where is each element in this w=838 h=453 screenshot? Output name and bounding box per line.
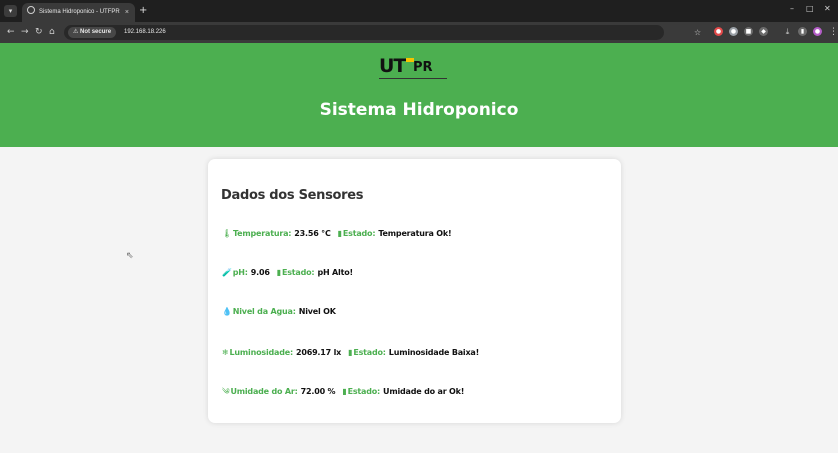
- home-icon[interactable]: ⌂: [49, 26, 55, 39]
- luminosity-label: Luminosidade:: [229, 348, 294, 357]
- address-bar-row: ← → ↻ ⌂ ⚠ Not secure 192.168.18.226 ☆ ● …: [0, 22, 838, 43]
- water-level-value: Nivel OK: [298, 307, 336, 316]
- browser-tab-bar: ▾ Sistema Hidroponico - UTFPR × + – □ ✕: [0, 0, 838, 22]
- extension-icon[interactable]: ■: [744, 27, 753, 36]
- humidity-label: Umidade do Ar:: [230, 387, 298, 396]
- tab-search-button[interactable]: ▾: [4, 5, 17, 17]
- thermometer-icon: 🌡: [222, 229, 232, 238]
- luminosity-value: 2069.17 lx: [295, 348, 342, 357]
- url-text: 192.168.18.226: [124, 29, 166, 35]
- luminosity-row: ❄Luminosidade: 2069.17 lx ▮Estado: Luminosi…: [222, 347, 479, 359]
- water-level-label: Nivel da Agua:: [232, 307, 296, 316]
- logo-text-pr: PR: [413, 60, 433, 75]
- new-tab-button[interactable]: +: [139, 2, 147, 20]
- utfpr-logo: UT PR: [379, 55, 447, 81]
- profile-avatar[interactable]: ●: [813, 27, 822, 36]
- address-bar[interactable]: ⚠ Not secure 192.168.18.226: [64, 25, 664, 40]
- status-label: Estado:: [353, 348, 386, 357]
- logo-underline: [379, 78, 447, 79]
- status-label: Estado:: [281, 268, 315, 277]
- sidebar-icon[interactable]: ▮: [798, 27, 807, 36]
- tab-title: Sistema Hidroponico - UTFPR: [39, 9, 120, 15]
- water-level-row: 💧Nivel da Agua: Nivel OK: [222, 306, 336, 318]
- extension-icon[interactable]: ●: [729, 27, 738, 36]
- bookmark-star-icon[interactable]: ☆: [694, 26, 701, 39]
- logo-text: UT: [379, 55, 406, 77]
- clipboard-icon: ▮: [348, 348, 353, 357]
- humidity-value: 72.00 %: [300, 387, 336, 396]
- extension-adblock-icon[interactable]: ●: [714, 27, 723, 36]
- back-icon[interactable]: ←: [7, 26, 15, 39]
- sun-icon: ❄: [222, 348, 229, 357]
- humidity-row: ༄Umidade do Ar: 72.00 % ▮Estado: Umidade do…: [222, 386, 464, 398]
- luminosity-status: Luminosidade Baixa!: [388, 348, 480, 357]
- browser-tab[interactable]: Sistema Hidroponico - UTFPR ×: [22, 3, 135, 22]
- temperature-status: Temperatura Ok!: [378, 229, 452, 238]
- ph-value: 9.06: [250, 268, 270, 277]
- page-header: UT PR Sistema Hidroponico: [0, 43, 838, 147]
- maximize-button[interactable]: □: [806, 4, 814, 13]
- window-close-button[interactable]: ✕: [824, 4, 831, 13]
- ph-row: 🧪pH: 9.06 ▮Estado: pH Alto!: [222, 267, 353, 279]
- tab-close-button[interactable]: ×: [125, 3, 129, 22]
- sensor-card: Dados dos Sensores 🌡Temperatura: 23.56 °C…: [208, 159, 621, 423]
- minimize-button[interactable]: –: [790, 4, 794, 13]
- status-label: Estado:: [342, 229, 376, 238]
- temperature-label: Temperatura:: [232, 229, 292, 238]
- clipboard-icon: ▮: [342, 387, 347, 396]
- ph-status: pH Alto!: [317, 268, 353, 277]
- temperature-value: 23.56 °C: [294, 229, 331, 238]
- card-title: Dados dos Sensores: [221, 188, 364, 203]
- download-icon[interactable]: ⤓: [783, 27, 792, 36]
- browser-menu-icon[interactable]: ⋮: [829, 26, 838, 39]
- temperature-row: 🌡Temperatura: 23.56 °C ▮Estado: Temperatura…: [222, 228, 452, 240]
- extensions-puzzle-icon[interactable]: ◆: [759, 27, 768, 36]
- water-drop-icon: 💧: [222, 307, 232, 316]
- security-badge[interactable]: ⚠ Not secure: [68, 27, 117, 38]
- globe-icon: [27, 6, 35, 14]
- status-label: Estado:: [347, 387, 381, 396]
- reload-icon[interactable]: ↻: [35, 26, 43, 39]
- security-label: Not secure: [80, 29, 112, 35]
- page-title: Sistema Hidroponico: [319, 100, 519, 120]
- pipette-icon: 🧪: [222, 268, 232, 277]
- ph-label: pH:: [232, 268, 248, 277]
- wind-icon: ༄: [222, 387, 230, 396]
- mouse-cursor-icon: ⇖: [126, 251, 134, 261]
- clipboard-icon: ▮: [337, 229, 342, 238]
- forward-icon[interactable]: →: [21, 26, 29, 39]
- humidity-status: Umidade do ar Ok!: [383, 387, 465, 396]
- clipboard-icon: ▮: [276, 268, 281, 277]
